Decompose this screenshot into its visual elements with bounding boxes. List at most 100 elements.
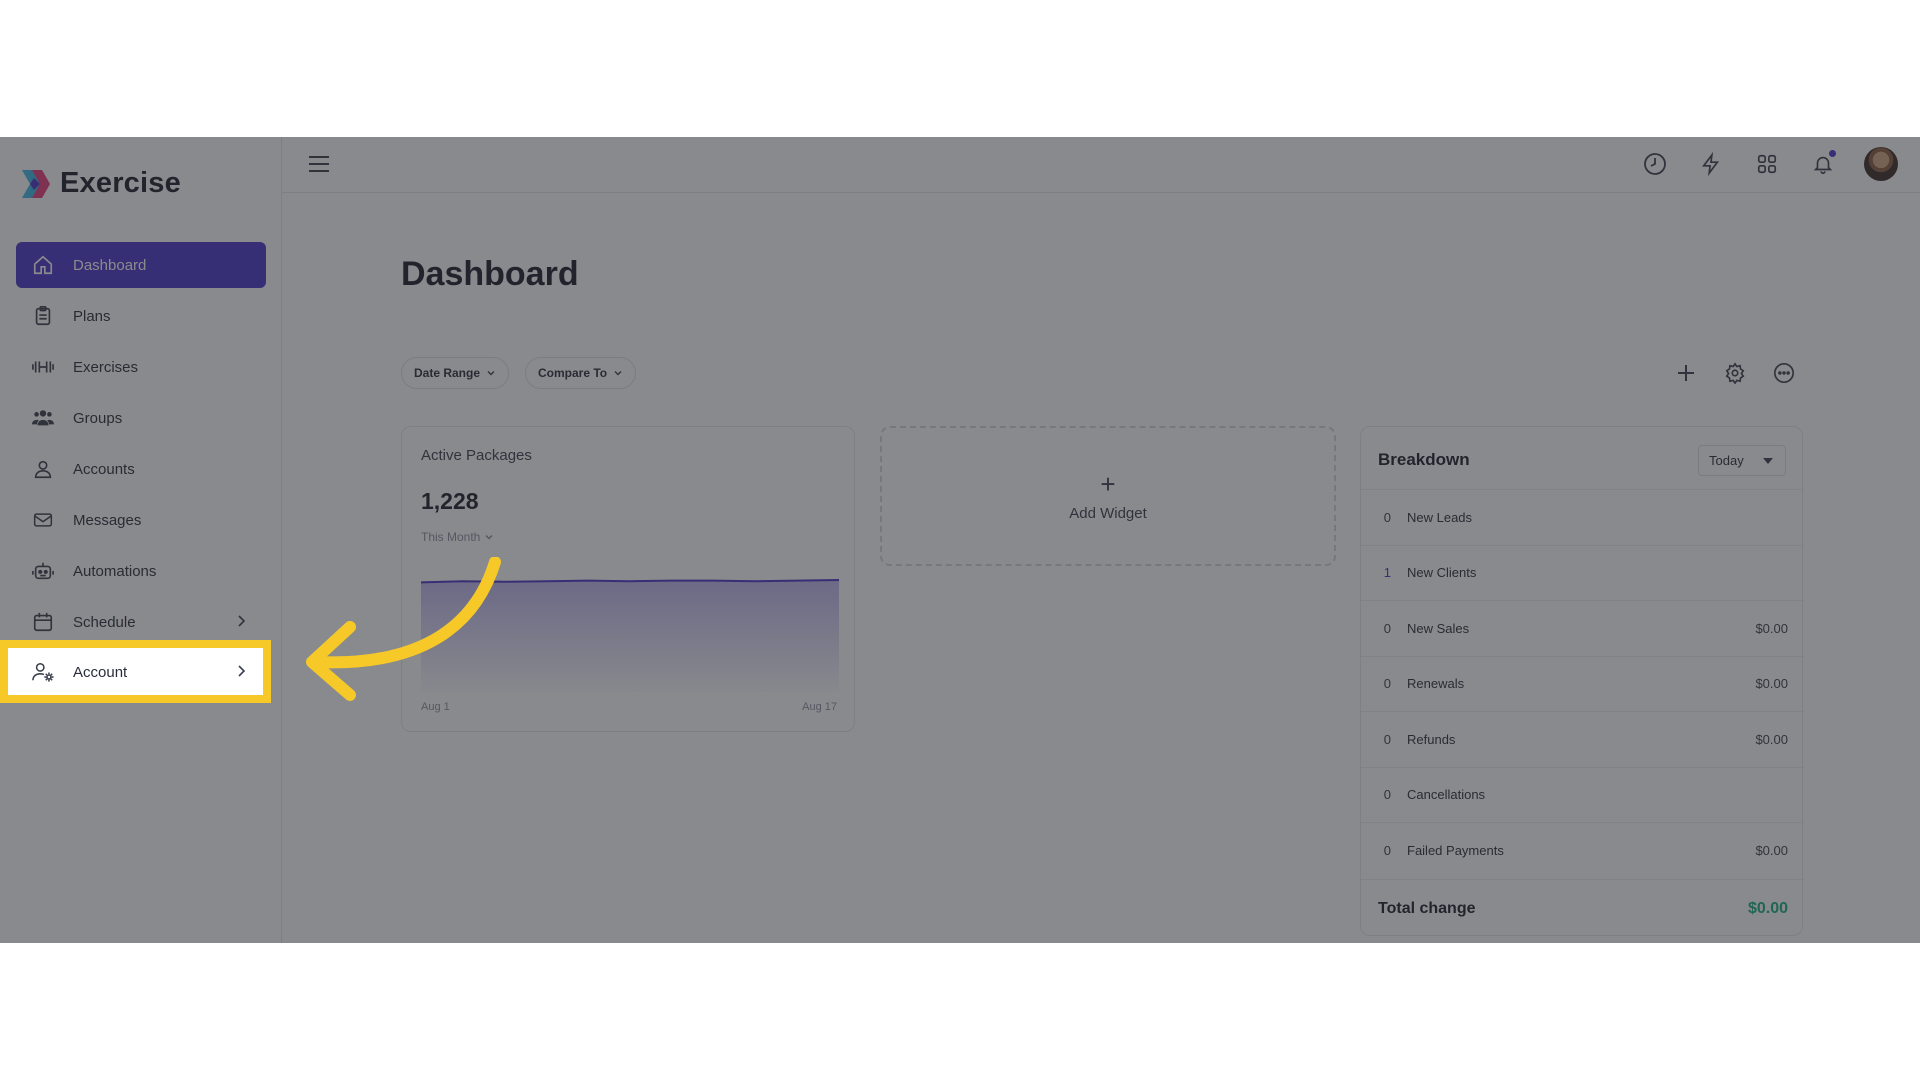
add-widget-button[interactable]: + Add Widget — [880, 426, 1336, 566]
row-label: Renewals — [1407, 676, 1465, 692]
chevron-right-icon — [238, 665, 246, 677]
row-amount: $0.00 — [1755, 620, 1788, 636]
row-count: 0 — [1383, 731, 1391, 747]
add-widget-label: Add Widget — [1069, 504, 1147, 522]
breakdown-total: Total change $0.00 — [1361, 879, 1804, 937]
row-label: New Clients — [1407, 565, 1477, 581]
topbar-actions — [1640, 147, 1898, 181]
compare-to-label: Compare To — [538, 366, 608, 380]
clock-icon[interactable] — [1640, 149, 1670, 179]
robot-icon — [31, 559, 55, 583]
app-window: Exercise Dashboard Plans Exercises Group… — [0, 137, 1920, 943]
breakdown-row-renewals[interactable]: 0 Renewals $0.00 — [1361, 655, 1804, 712]
total-amount: $0.00 — [1747, 899, 1788, 917]
breakdown-range-value: Today — [1709, 453, 1744, 468]
breakdown-row-failed-payments[interactable]: 0 Failed Payments $0.00 — [1361, 822, 1804, 878]
calendar-icon — [31, 610, 55, 634]
breakdown-row-refunds[interactable]: 0 Refunds $0.00 — [1361, 711, 1804, 767]
envelope-icon — [31, 508, 55, 532]
date-range-dropdown[interactable]: Date Range — [401, 357, 510, 389]
more-icon[interactable] — [1770, 359, 1797, 386]
gear-icon[interactable] — [1721, 359, 1748, 386]
chevron-down-icon — [487, 371, 495, 376]
sidebar-item-dashboard[interactable]: Dashboard — [16, 242, 266, 288]
users-group-icon — [31, 406, 55, 430]
caret-down-icon — [1763, 458, 1773, 464]
sidebar-item-label: Schedule — [73, 613, 136, 631]
brand-logo-icon — [22, 169, 50, 198]
row-amount: $0.00 — [1755, 731, 1788, 747]
notification-dot — [1829, 150, 1836, 157]
brand-name: Exercise — [60, 167, 181, 199]
sidebar-item-label: Plans — [73, 307, 111, 325]
breakdown-row-new-leads[interactable]: 0 New Leads — [1361, 489, 1804, 545]
breakdown-card: Breakdown Today 0 New Leads 1 New Client… — [1360, 426, 1804, 937]
clipboard-icon — [31, 304, 55, 328]
avatar[interactable] — [1864, 147, 1898, 181]
topbar — [282, 137, 1920, 193]
sidebar-item-label: Messages — [73, 511, 142, 529]
row-count: 1 — [1383, 565, 1391, 581]
row-label: New Sales — [1407, 620, 1470, 636]
user-icon — [31, 457, 55, 481]
row-label: Cancellations — [1407, 787, 1486, 803]
sidebar: Exercise Dashboard Plans Exercises Group… — [0, 137, 282, 943]
row-count: 0 — [1383, 676, 1391, 692]
sidebar-item-messages[interactable]: Messages — [16, 497, 266, 543]
row-count: 0 — [1383, 787, 1391, 803]
apps-grid-icon[interactable] — [1752, 149, 1782, 179]
bell-icon[interactable] — [1808, 149, 1838, 179]
x-axis-end-label: Aug 17 — [802, 701, 837, 713]
sidebar-item-groups[interactable]: Groups — [16, 395, 266, 441]
chevron-right-icon — [238, 615, 246, 627]
sidebar-item-label: Account — [73, 663, 128, 681]
chevron-down-icon — [614, 371, 622, 376]
breakdown-range-select[interactable]: Today — [1698, 445, 1786, 476]
breakdown-list: 0 New Leads 1 New Clients 0 New Sales $0… — [1361, 489, 1804, 878]
row-count: 0 — [1383, 620, 1391, 636]
period-label: This Month — [421, 530, 481, 544]
dumbbell-icon — [31, 355, 55, 379]
row-label: Refunds — [1407, 731, 1456, 747]
period-dropdown[interactable]: This Month — [421, 530, 494, 544]
sidebar-item-account[interactable]: Account — [16, 649, 266, 695]
lightning-icon[interactable] — [1696, 149, 1726, 179]
breakdown-row-cancellations[interactable]: 0 Cancellations — [1361, 766, 1804, 823]
row-amount: $0.00 — [1755, 676, 1788, 692]
row-count: 0 — [1383, 842, 1391, 858]
chevron-down-icon — [485, 535, 493, 540]
breakdown-row-new-clients[interactable]: 1 New Clients — [1361, 544, 1804, 601]
total-label: Total change — [1378, 899, 1476, 917]
pointer-arrow-icon — [306, 557, 501, 701]
row-label: Failed Payments — [1407, 842, 1504, 858]
sidebar-item-label: Exercises — [73, 358, 139, 376]
row-count: 0 — [1383, 509, 1391, 525]
hamburger-menu-icon[interactable] — [308, 155, 330, 173]
sidebar-item-label: Accounts — [73, 460, 135, 478]
home-icon — [31, 253, 55, 277]
card-title: Active Packages — [421, 447, 532, 464]
dashboard-tools — [1672, 359, 1797, 386]
compare-to-dropdown[interactable]: Compare To — [525, 357, 637, 389]
plus-icon: + — [1100, 468, 1116, 499]
user-gear-icon — [31, 660, 55, 684]
active-packages-value: 1,228 — [421, 488, 479, 514]
sidebar-item-accounts[interactable]: Accounts — [16, 446, 266, 492]
sidebar-item-plans[interactable]: Plans — [16, 293, 266, 339]
date-range-label: Date Range — [414, 366, 481, 380]
breakdown-row-new-sales[interactable]: 0 New Sales $0.00 — [1361, 600, 1804, 656]
page-title: Dashboard — [401, 255, 579, 293]
highlighted-account-item: Account — [0, 640, 271, 703]
sidebar-item-label: Dashboard — [73, 256, 147, 274]
sidebar-item-label: Groups — [73, 409, 123, 427]
row-amount: $0.00 — [1755, 842, 1788, 858]
sidebar-item-exercises[interactable]: Exercises — [16, 344, 266, 390]
sidebar-item-schedule[interactable]: Schedule — [16, 599, 266, 645]
breakdown-title: Breakdown — [1378, 450, 1470, 469]
sidebar-item-label: Automations — [73, 562, 157, 580]
sidebar-item-automations[interactable]: Automations — [16, 548, 266, 594]
sidebar-nav: Dashboard Plans Exercises Groups Account… — [16, 242, 266, 650]
brand[interactable]: Exercise — [20, 167, 181, 200]
row-label: New Leads — [1407, 509, 1473, 525]
plus-icon[interactable] — [1672, 359, 1699, 386]
